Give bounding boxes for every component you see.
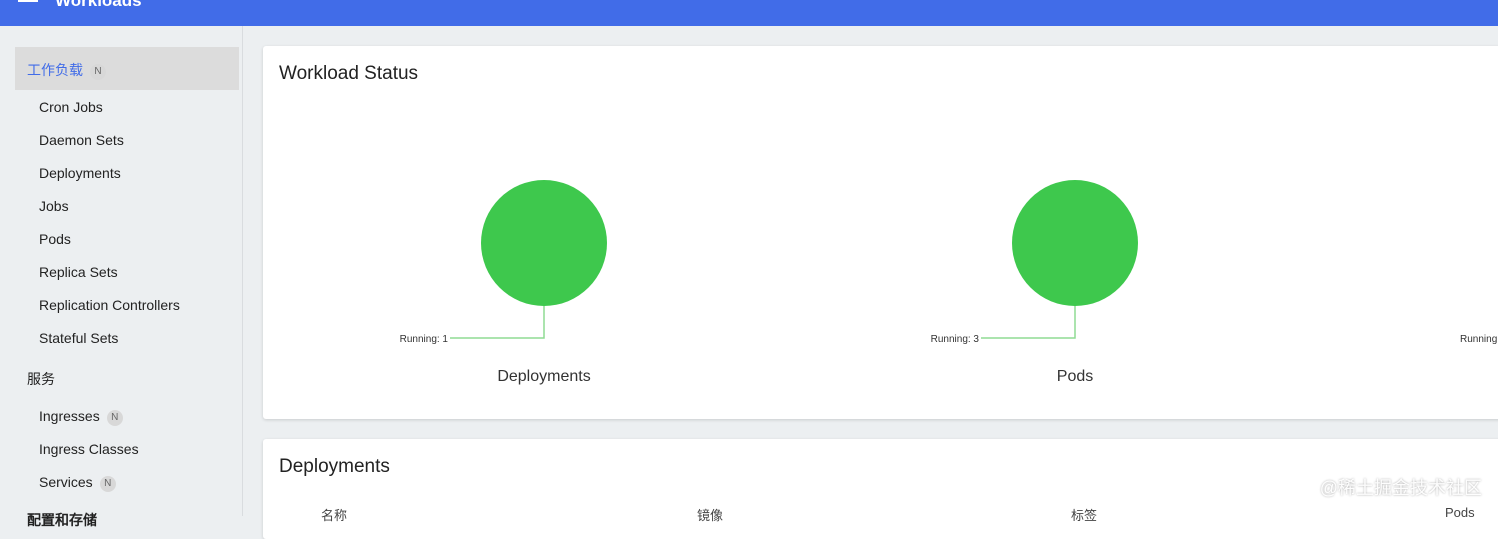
deployments-chart-title: Deployments <box>444 368 644 386</box>
sidebar-item-jobs[interactable]: Jobs <box>39 198 69 214</box>
column-header-images[interactable]: 镜像 <box>697 505 723 524</box>
sidebar-item-deployments[interactable]: Deployments <box>39 165 121 181</box>
sidebar-item-ingress-classes[interactable]: Ingress Classes <box>39 441 139 457</box>
app-title: Workloads <box>55 0 142 11</box>
sidebar-item-pods[interactable]: Pods <box>39 231 71 247</box>
pods-pie-running <box>1012 180 1138 306</box>
sidebar-group-services[interactable]: 服务 <box>27 369 55 389</box>
workload-status-card: Workload Status Running: 1 Running: 3 Ru… <box>263 46 1498 419</box>
sidebar-item-daemon-sets[interactable]: Daemon Sets <box>39 132 124 148</box>
top-app-bar: Workloads <box>0 0 1498 26</box>
sidebar-item-replica-sets[interactable]: Replica Sets <box>39 264 118 280</box>
pods-running-label: Running: 3 <box>931 334 980 345</box>
sidebar-item-replication-controllers[interactable]: Replication Controllers <box>39 297 180 313</box>
pods-chart-title: Pods <box>975 368 1175 386</box>
sidebar-item-cron-jobs[interactable]: Cron Jobs <box>39 99 103 115</box>
ingresses-label: Ingresses <box>39 408 100 424</box>
column-header-name[interactable]: 名称 <box>321 505 347 524</box>
pods-pie-leader-line <box>981 306 1075 338</box>
sidebar-item-ingresses[interactable]: Ingresses N <box>39 408 123 426</box>
sidebar: 工作负载N Cron Jobs Daemon Sets Deployments … <box>0 26 243 516</box>
sidebar-item-services[interactable]: Services N <box>39 474 116 492</box>
namespaced-badge: N <box>100 476 116 492</box>
workload-status-charts: Running: 1 Running: 3 Running <box>263 46 1498 419</box>
sidebar-item-workloads-label[interactable]: 工作负载 N <box>27 60 106 80</box>
deployments-card: Deployments 名称 镜像 标签 Pods <box>263 439 1498 539</box>
hamburger-menu-icon[interactable] <box>18 0 38 5</box>
deployments-running-label: Running: 1 <box>400 334 449 345</box>
sidebar-group-config-storage[interactable]: 配置和存储 <box>27 510 97 530</box>
sidebar-item-stateful-sets[interactable]: Stateful Sets <box>39 330 118 346</box>
column-header-labels[interactable]: 标签 <box>1071 505 1097 524</box>
watermark: @稀土掘金技术社区 <box>1320 474 1482 500</box>
namespaced-badge: N <box>90 64 106 80</box>
workloads-label: 工作负载 <box>27 62 83 78</box>
deployments-pie-running <box>481 180 607 306</box>
deployments-pie-leader-line <box>450 306 544 338</box>
deployments-card-title: Deployments <box>279 456 390 478</box>
third-chart-running-label: Running <box>1460 334 1497 345</box>
column-header-pods[interactable]: Pods <box>1445 505 1475 520</box>
services-label: Services <box>39 474 93 490</box>
namespaced-badge: N <box>107 410 123 426</box>
